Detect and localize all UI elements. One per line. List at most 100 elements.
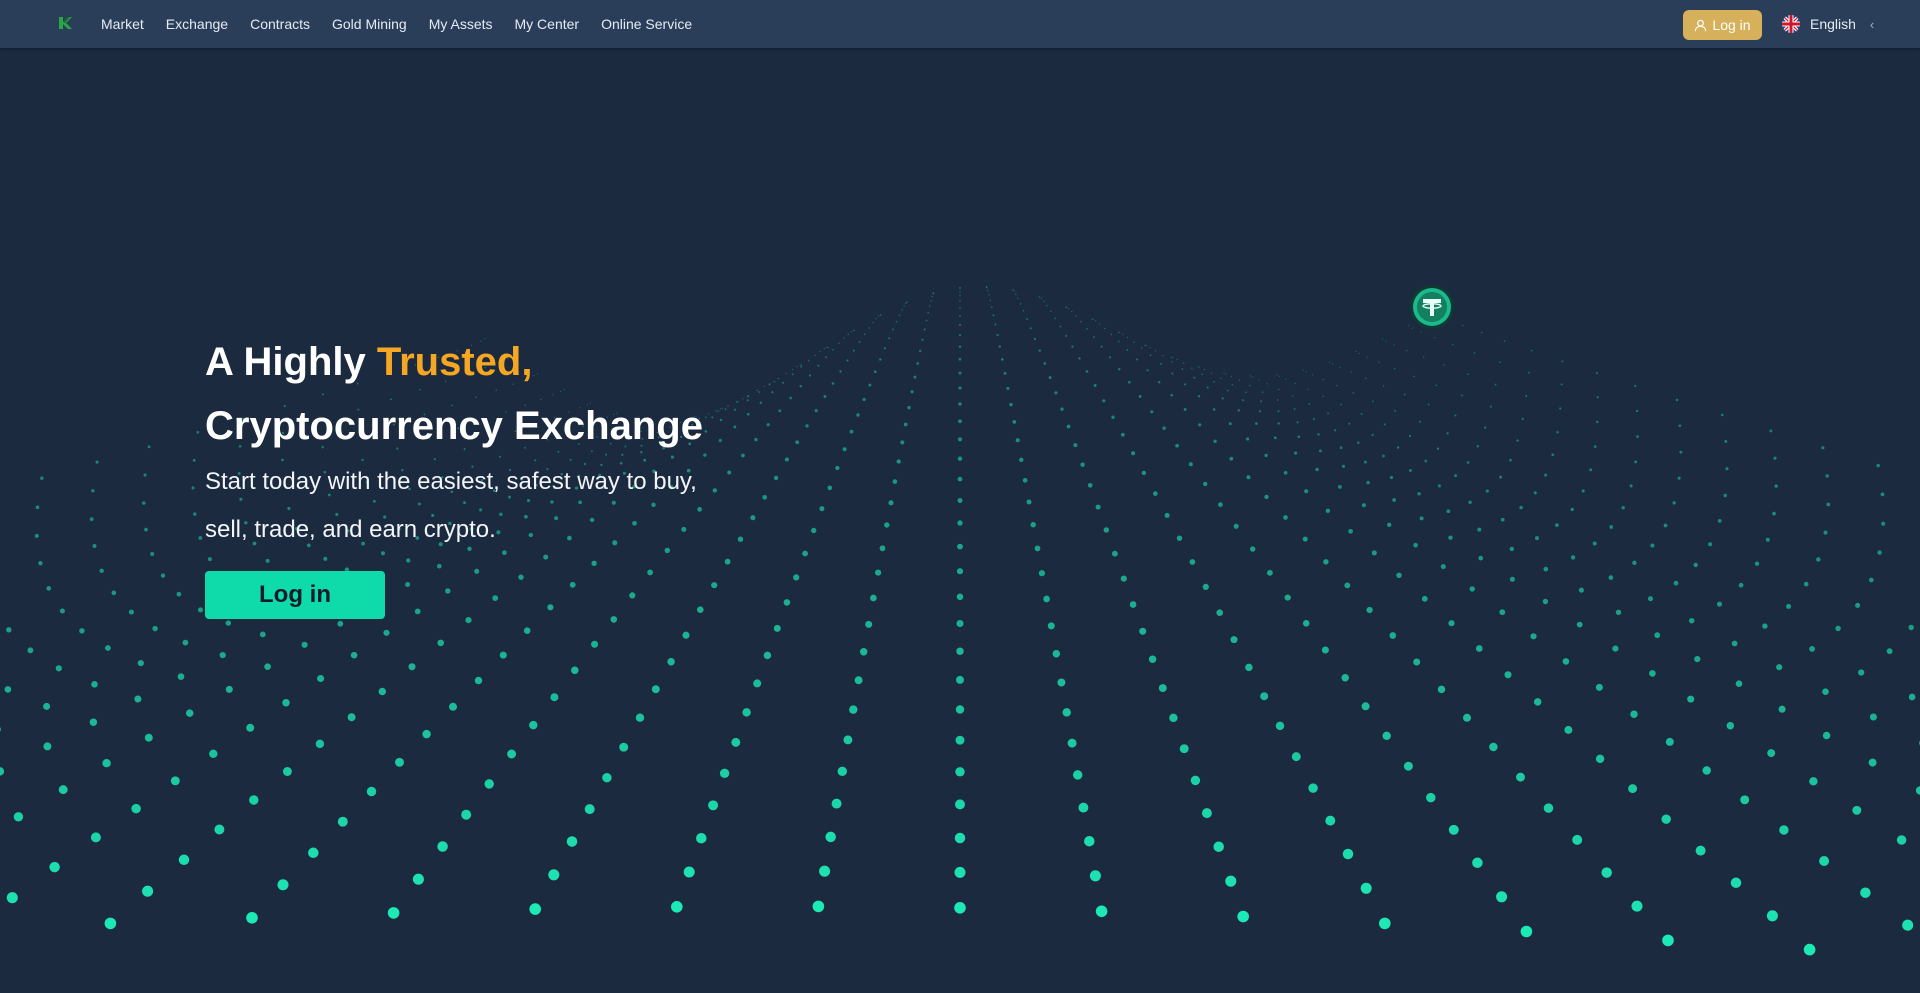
- particle-dot: [1327, 412, 1330, 415]
- particle-dot: [1478, 555, 1484, 561]
- particle-dot: [1725, 467, 1729, 471]
- nav-online-service[interactable]: Online Service: [601, 16, 692, 32]
- particle-dot: [773, 381, 775, 383]
- particle-dot: [1869, 713, 1877, 721]
- particle-dot: [1473, 352, 1476, 354]
- particle-dot: [1223, 372, 1225, 374]
- particle-dot: [1469, 586, 1475, 592]
- particle-dot: [1095, 504, 1101, 510]
- particle-dot: [1498, 361, 1501, 364]
- particle-dot: [1003, 371, 1007, 375]
- particle-dot: [958, 334, 962, 337]
- particle-dot: [1480, 331, 1483, 334]
- particle-dot: [814, 354, 816, 357]
- particle-dot: [1530, 633, 1537, 640]
- particle-dot: [1152, 491, 1158, 496]
- particle-dot: [667, 657, 675, 666]
- nav-login-button[interactable]: Log in: [1683, 10, 1762, 40]
- particle-dot: [566, 836, 578, 847]
- particle-dot: [1773, 456, 1777, 460]
- particle-dot: [900, 440, 905, 445]
- particle-dot: [850, 330, 853, 333]
- particle-dot: [1419, 420, 1422, 423]
- particle-dot: [1294, 382, 1296, 385]
- particle-dot: [1357, 441, 1360, 444]
- particle-dot: [1451, 343, 1454, 346]
- particle-dot: [1201, 808, 1212, 819]
- particle-dot: [874, 569, 882, 576]
- particle-dot: [990, 306, 993, 309]
- particle-dot: [796, 365, 798, 368]
- particle-dot: [1647, 596, 1654, 602]
- particle-dot: [1126, 336, 1129, 339]
- language-selector[interactable]: English ‹: [1782, 14, 1874, 34]
- particle-dot: [1080, 320, 1082, 323]
- particle-dot: [1392, 498, 1396, 502]
- particle-dot: [249, 795, 259, 805]
- particle-dot: [1294, 451, 1298, 455]
- particle-dot: [1427, 403, 1430, 406]
- particle-dot: [958, 323, 962, 326]
- particle-dot: [492, 595, 499, 602]
- particle-dot: [144, 527, 148, 532]
- nav-contracts[interactable]: Contracts: [250, 16, 310, 32]
- particle-dot: [859, 648, 868, 656]
- particle-dot: [1463, 713, 1471, 722]
- particle-dot: [1141, 470, 1147, 476]
- particle-dot: [1246, 475, 1251, 480]
- nav-my-center[interactable]: My Center: [515, 16, 580, 32]
- particle-dot: [819, 350, 821, 353]
- particle-dot: [1249, 384, 1251, 387]
- particle-dot: [1341, 673, 1349, 682]
- particle-dot: [1197, 395, 1201, 398]
- particle-dot: [378, 687, 387, 696]
- particle-dot: [1043, 595, 1050, 603]
- particle-dot: [405, 581, 411, 588]
- particle-dot: [708, 800, 719, 811]
- particle-dot: [1093, 384, 1097, 387]
- particle-dot: [1677, 476, 1681, 480]
- particle-dot: [1291, 752, 1301, 762]
- hero-subtitle-line1: Start today with the easiest, safest way…: [205, 468, 697, 495]
- particle-dot: [1233, 523, 1239, 529]
- particle-dot: [903, 305, 905, 307]
- nav-my-assets[interactable]: My Assets: [429, 16, 493, 32]
- particle-dot: [819, 865, 831, 877]
- particle-dot: [1821, 446, 1825, 450]
- particle-dot: [879, 358, 882, 361]
- particle-dot: [414, 608, 421, 615]
- particle-dot: [768, 383, 771, 386]
- particle-dot: [1172, 356, 1174, 359]
- particle-dot: [308, 847, 319, 859]
- particle-dot: [1104, 327, 1106, 330]
- hero-subtitle-line2: sell, trade, and earn crypto.: [205, 516, 496, 543]
- particle-dot: [1675, 398, 1679, 402]
- hero-login-button[interactable]: Log in: [205, 571, 385, 619]
- particle-dot: [1542, 598, 1549, 605]
- nav-market[interactable]: Market: [101, 16, 144, 32]
- particle-dot: [1475, 645, 1483, 652]
- particle-dot: [412, 873, 424, 885]
- particle-dot: [197, 607, 204, 613]
- particle-dot: [1302, 619, 1310, 627]
- particle-dot: [1634, 460, 1638, 464]
- particle-dot: [862, 397, 866, 402]
- particle-dot: [907, 405, 911, 410]
- particle-dot: [1025, 318, 1028, 320]
- particle-dot: [1102, 399, 1106, 403]
- particle-dot: [1091, 318, 1093, 320]
- particle-dot: [1881, 521, 1886, 526]
- particle-dot: [783, 599, 791, 606]
- particle-dot: [1409, 434, 1412, 438]
- nav-gold-mining[interactable]: Gold Mining: [332, 16, 407, 32]
- particle-dot: [1108, 356, 1112, 359]
- particle-dot: [150, 551, 155, 557]
- particle-dot: [683, 866, 695, 878]
- nav-exchange[interactable]: Exchange: [166, 16, 228, 32]
- brand-logo-icon[interactable]: [57, 15, 73, 31]
- particle-dot: [1803, 943, 1816, 956]
- particle-dot: [954, 902, 966, 914]
- particle-dot: [957, 520, 963, 526]
- particle-dot: [777, 377, 780, 380]
- particle-dot: [196, 430, 200, 434]
